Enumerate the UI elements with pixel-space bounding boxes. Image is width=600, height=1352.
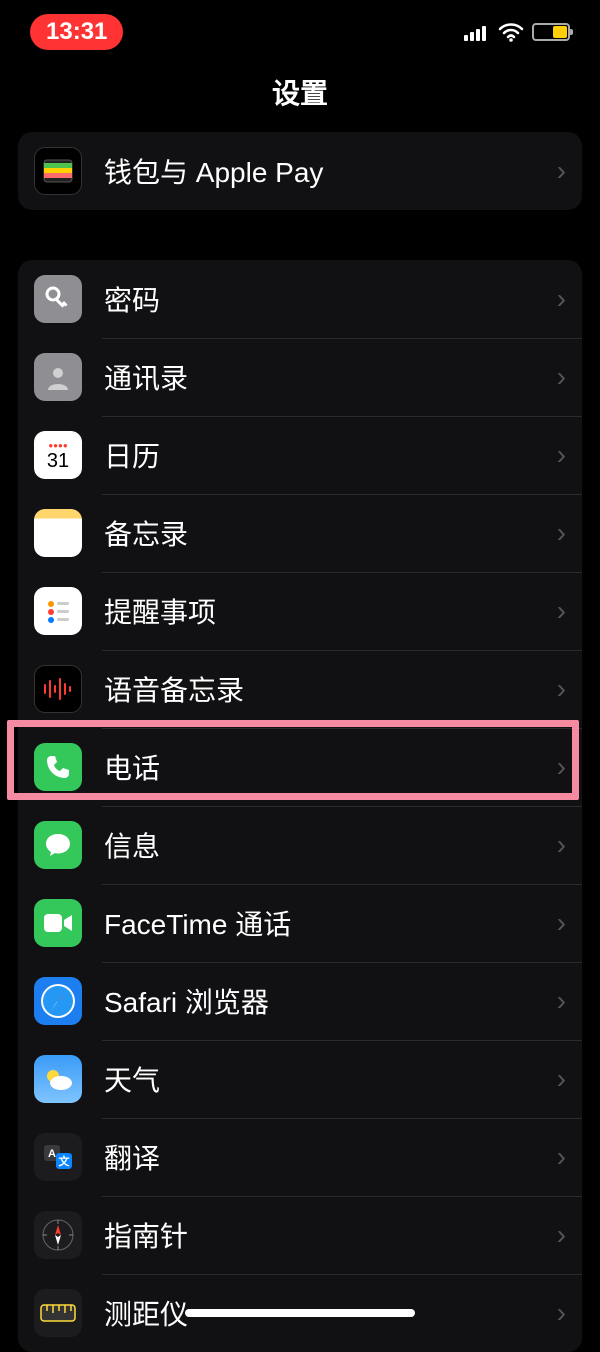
chevron-right-icon: › — [557, 155, 566, 187]
home-indicator[interactable] — [185, 1309, 415, 1317]
svg-text:A: A — [48, 1148, 56, 1160]
row-label: 通讯录 — [104, 357, 557, 397]
translate-icon: A文 — [34, 1133, 82, 1181]
row-label: FaceTime 通话 — [104, 903, 557, 943]
row-wallet[interactable]: 钱包与 Apple Pay › — [18, 132, 582, 210]
contacts-icon — [34, 353, 82, 401]
wallet-icon — [34, 147, 82, 195]
voice-memo-icon — [34, 665, 82, 713]
chevron-right-icon: › — [557, 907, 566, 939]
cellular-signal-icon — [464, 23, 490, 41]
svg-text:文: 文 — [59, 1154, 71, 1168]
row-phone[interactable]: 电话 › — [18, 728, 582, 806]
row-label: 提醒事项 — [104, 591, 557, 631]
notes-icon — [34, 509, 82, 557]
messages-icon — [34, 821, 82, 869]
row-label: 电话 — [104, 747, 557, 787]
row-voicememo[interactable]: 语音备忘录 › — [18, 650, 582, 728]
chevron-right-icon: › — [557, 1297, 566, 1329]
chevron-right-icon: › — [557, 439, 566, 471]
row-calendar[interactable]: ●●●● 31 日历 › — [18, 416, 582, 494]
row-safari[interactable]: Safari 浏览器 › — [18, 962, 582, 1040]
row-label: 语音备忘录 — [104, 669, 557, 709]
chevron-right-icon: › — [557, 595, 566, 627]
chevron-right-icon: › — [557, 1063, 566, 1095]
chevron-right-icon: › — [557, 673, 566, 705]
chevron-right-icon: › — [557, 985, 566, 1017]
row-password[interactable]: 密码 › — [18, 260, 582, 338]
settings-group-2: 密码 › 通讯录 › ●●●● 31 日历 › 备忘录 › 提醒事项 › 语音备… — [18, 260, 582, 1352]
weather-icon — [34, 1055, 82, 1103]
row-label: Safari 浏览器 — [104, 981, 557, 1021]
key-icon — [34, 275, 82, 323]
wifi-icon — [498, 22, 524, 42]
row-label: 天气 — [104, 1059, 557, 1099]
battery-icon — [532, 23, 570, 41]
safari-icon — [34, 977, 82, 1025]
measure-icon — [34, 1289, 82, 1337]
chevron-right-icon: › — [557, 829, 566, 861]
page-title: 设置 — [0, 60, 600, 132]
chevron-right-icon: › — [557, 1219, 566, 1251]
chevron-right-icon: › — [557, 361, 566, 393]
row-facetime[interactable]: FaceTime 通话 › — [18, 884, 582, 962]
row-label: 信息 — [104, 825, 557, 865]
row-label: 翻译 — [104, 1137, 557, 1177]
status-time: 13:31 — [30, 14, 123, 50]
row-label: 钱包与 Apple Pay — [104, 151, 557, 191]
status-bar: 13:31 — [0, 0, 600, 60]
row-compass[interactable]: 指南针 › — [18, 1196, 582, 1274]
calendar-icon: ●●●● 31 — [34, 431, 82, 479]
row-contacts[interactable]: 通讯录 › — [18, 338, 582, 416]
status-indicators — [464, 22, 570, 42]
row-label: 备忘录 — [104, 513, 557, 553]
chevron-right-icon: › — [557, 517, 566, 549]
row-translate[interactable]: A文 翻译 › — [18, 1118, 582, 1196]
row-notes[interactable]: 备忘录 › — [18, 494, 582, 572]
chevron-right-icon: › — [557, 283, 566, 315]
chevron-right-icon: › — [557, 751, 566, 783]
row-label: 密码 — [104, 279, 557, 319]
reminders-icon — [34, 587, 82, 635]
row-weather[interactable]: 天气 › — [18, 1040, 582, 1118]
compass-icon — [34, 1211, 82, 1259]
row-reminders[interactable]: 提醒事项 › — [18, 572, 582, 650]
row-label: 指南针 — [104, 1215, 557, 1255]
chevron-right-icon: › — [557, 1141, 566, 1173]
row-label: 日历 — [104, 435, 557, 475]
settings-group-1: 钱包与 Apple Pay › — [18, 132, 582, 210]
facetime-icon — [34, 899, 82, 947]
phone-icon — [34, 743, 82, 791]
row-messages[interactable]: 信息 › — [18, 806, 582, 884]
